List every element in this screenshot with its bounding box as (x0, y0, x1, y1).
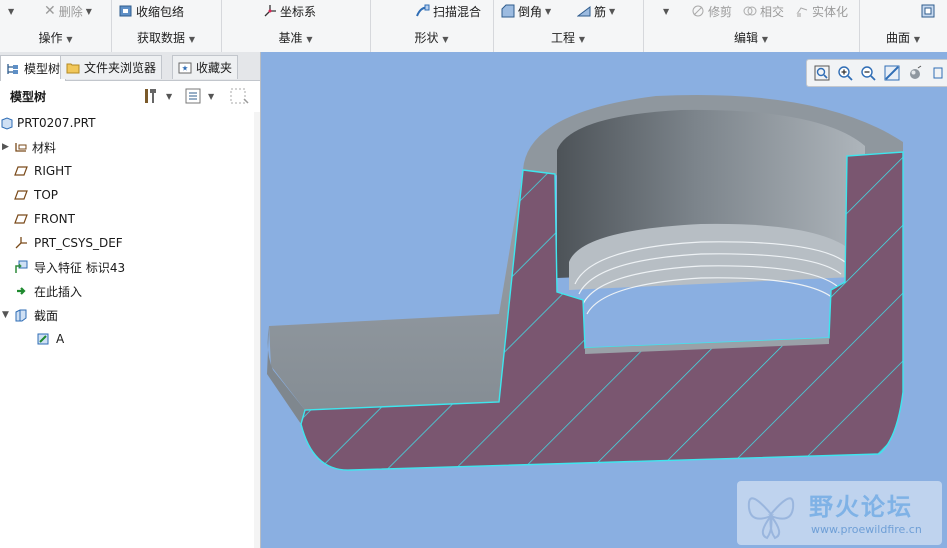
tree-show-dropdown[interactable]: ▼ (208, 92, 214, 101)
collapse-arrow-icon[interactable]: ▼ (2, 310, 14, 320)
datum-plane-icon (14, 190, 28, 200)
watermark-title: 野火论坛 (809, 493, 913, 521)
chevron-down-icon: ▼ (663, 6, 670, 16)
shrinkwrap-icon (119, 5, 132, 17)
delete-icon: ✕ (44, 3, 56, 19)
base-plate-top-face[interactable] (269, 170, 523, 410)
ribbon-group-edit: ▼ 修剪 相交 实体化 编辑 ▼ (643, 0, 860, 52)
coordinate-system-button[interactable]: 坐标系 (263, 2, 316, 20)
tree-item-import-feature[interactable]: 导入特征 标识43 (14, 256, 125, 278)
tree-settings-dropdown[interactable]: ▼ (166, 92, 172, 101)
expand-arrow-icon[interactable]: ▶ (2, 142, 14, 152)
section-a-icon (37, 333, 49, 345)
tree-item-right-plane[interactable]: RIGHT (14, 160, 72, 182)
tree-columns-button[interactable] (230, 87, 250, 108)
tree-scrollbar[interactable] (254, 112, 260, 548)
tree-item-front-plane[interactable]: FRONT (14, 208, 75, 230)
datum-plane-icon (14, 166, 28, 176)
ribbon-group-surfaces: 曲面 ▼ (859, 0, 947, 52)
folder-icon (66, 63, 80, 73)
chevron-down-icon: ▼ (85, 6, 92, 16)
navigator-tabs: 模型树 文件夹浏览器 收藏夹 (0, 52, 260, 81)
tree-columns-icon (230, 88, 249, 104)
chevron-down-icon: ▼ (306, 35, 313, 44)
group-label-operations[interactable]: 操作 ▼ (0, 29, 111, 46)
ribbon: ▼ ✕ 删除 ▼ 操作 ▼ 收缩包络 获取数据 ▼ 坐标系 基准 ▼ 扫描混合 … (0, 0, 947, 53)
intersect-button[interactable]: 相交 (743, 2, 784, 20)
tab-folder-browser[interactable]: 文件夹浏览器 (60, 55, 163, 79)
ribbon-group-operations: ▼ ✕ 删除 ▼ 操作 ▼ (0, 0, 112, 52)
swept-blend-icon (416, 4, 430, 17)
intersect-icon (743, 6, 757, 16)
cad-model[interactable] (261, 52, 947, 548)
chevron-down-icon: ▼ (442, 35, 449, 44)
chevron-down-icon: ▼ (913, 35, 920, 44)
rib-icon (577, 6, 591, 17)
list-icon (185, 88, 201, 104)
chevron-down-icon: ▼ (66, 35, 73, 44)
operations-dropdown[interactable]: ▼ (8, 2, 14, 20)
surface-button[interactable] (921, 2, 935, 20)
tree-item-csys[interactable]: PRT_CSYS_DEF (14, 232, 123, 254)
tree-item-sections[interactable]: ▼ 截面 (2, 304, 58, 326)
ribbon-group-shapes: 扫描混合 形状 ▼ (370, 0, 494, 52)
tree-item-part[interactable]: PRT0207.PRT (0, 112, 95, 134)
group-label-engineering[interactable]: 工程 ▼ (493, 29, 643, 46)
ribbon-group-datum: 坐标系 基准 ▼ (221, 0, 371, 52)
butterfly-logo-icon (747, 497, 795, 540)
section-icon (15, 309, 27, 322)
tab-model-tree[interactable]: 模型树 (0, 55, 67, 81)
part-icon (1, 117, 13, 130)
watermark-url: www.proewildfire.cn (811, 523, 922, 536)
group-label-shapes[interactable]: 形状 ▼ (370, 29, 493, 46)
tree-item-material[interactable]: ▶ 材料 (2, 136, 56, 158)
model-tree-icon (7, 63, 18, 74)
coordinate-system-icon (264, 5, 276, 17)
shrinkwrap-button[interactable]: 收缩包络 (119, 2, 184, 20)
graphics-viewport[interactable]: 野火论坛 www.proewildfire.cn (261, 52, 947, 548)
chevron-down-icon: ▼ (761, 35, 768, 44)
ribbon-group-engineering: 倒角 ▼ 筋 ▼ 工程 ▼ (493, 0, 644, 52)
navigator-panel: 模型树 文件夹浏览器 收藏夹 模型树 ▼ ▼ PRT0207.PRT ▶ 材料 … (0, 52, 261, 548)
chevron-down-icon: ▼ (188, 35, 195, 44)
group-label-surfaces[interactable]: 曲面 ▼ (859, 29, 947, 46)
coordinate-system-icon (15, 237, 27, 249)
tree-item-insert-here[interactable]: 在此插入 (14, 280, 82, 302)
tools-icon (145, 89, 156, 103)
tree-item-section-a[interactable]: A (36, 328, 64, 350)
model-tree-title: 模型树 (10, 89, 47, 104)
solidify-button[interactable]: 实体化 (795, 2, 848, 20)
rib-button[interactable]: 筋 ▼ (577, 2, 615, 20)
model-tree-header: 模型树 ▼ ▼ (0, 81, 260, 111)
material-icon (15, 143, 27, 152)
group-label-edit[interactable]: 编辑 ▼ (643, 29, 859, 46)
chevron-down-icon: ▼ (545, 6, 552, 16)
watermark: 野火论坛 www.proewildfire.cn (737, 481, 942, 545)
datum-plane-icon (14, 214, 28, 224)
tab-favorites[interactable]: 收藏夹 (172, 55, 239, 79)
chamfer-icon (501, 4, 515, 18)
solidify-icon (796, 7, 808, 17)
chevron-down-icon: ▼ (8, 6, 15, 16)
ribbon-group-get-data: 收缩包络 获取数据 ▼ (111, 0, 222, 52)
delete-button[interactable]: ✕ 删除 ▼ (44, 2, 92, 20)
group-label-get-data[interactable]: 获取数据 ▼ (111, 29, 221, 46)
surface-icon (921, 4, 935, 18)
import-feature-icon (15, 260, 28, 273)
trim-button[interactable]: 修剪 (691, 2, 732, 20)
tree-settings-button[interactable] (142, 87, 160, 108)
chevron-down-icon: ▼ (609, 6, 616, 16)
edit-dropdown[interactable]: ▼ (663, 2, 669, 20)
trim-icon (692, 5, 704, 17)
group-label-datum[interactable]: 基准 ▼ (221, 29, 370, 46)
insert-arrow-icon (17, 287, 26, 295)
chamfer-button[interactable]: 倒角 ▼ (501, 2, 551, 20)
favorites-icon (178, 62, 192, 73)
swept-blend-button[interactable]: 扫描混合 (416, 2, 481, 20)
chevron-down-icon: ▼ (578, 35, 585, 44)
tree-item-top-plane[interactable]: TOP (14, 184, 58, 206)
tree-show-button[interactable] (184, 87, 202, 108)
